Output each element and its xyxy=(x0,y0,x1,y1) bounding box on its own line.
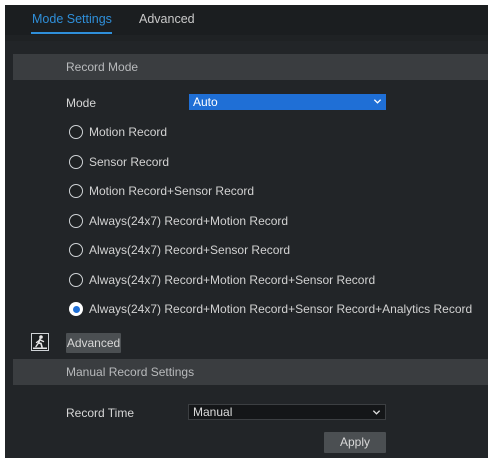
chevron-down-icon xyxy=(372,410,381,415)
chevron-down-icon xyxy=(373,99,382,104)
radio-label: Always(24x7) Record+Motion Record+Sensor… xyxy=(89,273,376,287)
record-time-select[interactable]: Manual xyxy=(188,404,386,420)
manual-record-settings-title: Manual Record Settings xyxy=(66,365,195,379)
radio-button-selected[interactable] xyxy=(69,302,83,316)
tab-bar: Mode Settings Advanced xyxy=(5,5,488,35)
radio-button[interactable] xyxy=(69,155,83,169)
radio-label: Always(24x7) Record+Sensor Record xyxy=(89,243,291,257)
active-tab-indicator xyxy=(31,32,112,34)
main-content: Record Mode Mode Auto Motion Record Sens… xyxy=(5,41,488,458)
record-mode-title: Record Mode xyxy=(66,60,139,74)
radio-label: Always(24x7) Record+Motion Record+Sensor… xyxy=(89,302,473,316)
manual-record-settings-header: Manual Record Settings xyxy=(13,359,488,385)
tab-mode-settings[interactable]: Mode Settings xyxy=(32,12,112,26)
radio-label: Motion Record+Sensor Record xyxy=(89,184,255,198)
radio-button[interactable] xyxy=(69,243,83,257)
mode-label: Mode xyxy=(66,96,97,110)
radio-button[interactable] xyxy=(69,214,83,228)
radio-label: Motion Record xyxy=(89,125,168,139)
advanced-button[interactable]: Advanced xyxy=(66,333,121,353)
record-settings-window: Mode Settings Advanced Record Mode Mode … xyxy=(5,5,488,458)
radio-label: Always(24x7) Record+Motion Record xyxy=(89,214,289,228)
record-time-select-value: Manual xyxy=(193,405,233,419)
person-analytics-icon xyxy=(31,333,49,351)
radio-label: Sensor Record xyxy=(89,155,170,169)
radio-button[interactable] xyxy=(69,184,83,198)
tab-advanced[interactable]: Advanced xyxy=(139,12,195,26)
radio-button[interactable] xyxy=(69,273,83,287)
mode-select-value: Auto xyxy=(193,95,218,109)
apply-button[interactable]: Apply xyxy=(324,432,386,453)
record-mode-header: Record Mode xyxy=(13,54,488,80)
record-time-label: Record Time xyxy=(66,406,135,420)
mode-select[interactable]: Auto xyxy=(189,94,386,110)
radio-button[interactable] xyxy=(69,125,83,139)
